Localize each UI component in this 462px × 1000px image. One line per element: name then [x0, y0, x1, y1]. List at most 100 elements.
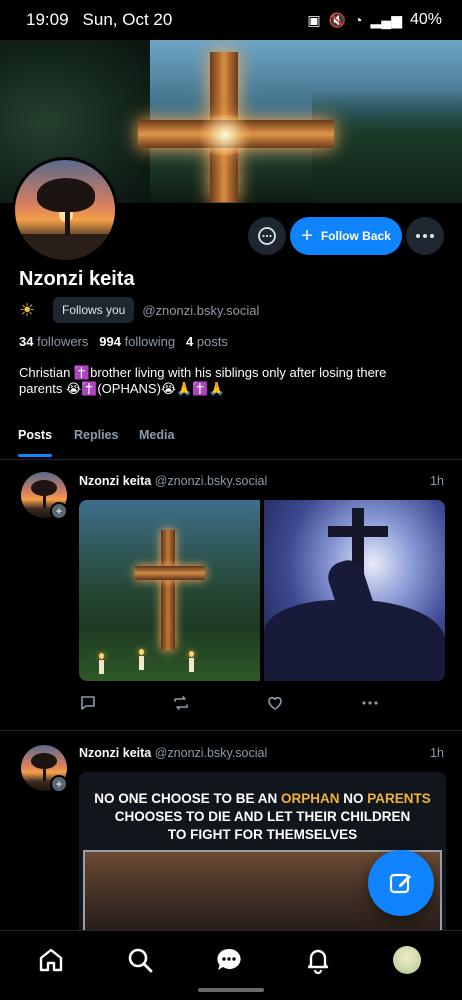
more-icon	[362, 701, 378, 705]
signal-icon: ▂▄▆	[370, 11, 402, 28]
post-actions	[0, 694, 462, 716]
following-link[interactable]: 994 following	[99, 334, 175, 349]
search-icon	[128, 948, 153, 973]
post-time: 1h	[430, 746, 444, 760]
following-count: 994	[99, 334, 121, 349]
nav-search[interactable]	[125, 945, 155, 975]
post-handle: @znonzi.bsky.social	[154, 746, 268, 760]
nav-home[interactable]	[36, 945, 66, 975]
profile-name: Nzonzi keita	[19, 268, 135, 290]
meme-highlight: PARENTS	[367, 791, 431, 806]
heart-icon	[268, 697, 282, 710]
followers-count: 34	[19, 334, 34, 349]
nav-chat[interactable]	[214, 945, 244, 975]
meme-highlight: ORPHAN	[280, 791, 340, 806]
follows-row: ☀ Follows you @znonzi.bsky.social	[19, 297, 259, 323]
more-icon	[416, 234, 434, 238]
candle-flame	[139, 649, 144, 655]
avatar-trunk	[65, 208, 70, 236]
like-button[interactable]	[266, 694, 284, 717]
nav-notifications[interactable]	[303, 945, 333, 975]
meme-line: TO FIGHT FOR THEMSELVES	[167, 827, 358, 842]
candle-flame	[99, 653, 104, 659]
home-indicator[interactable]	[198, 988, 264, 992]
image-cross	[161, 530, 175, 650]
status-time: 19:09	[26, 10, 69, 29]
post-header[interactable]: Nzonzi keita @znonzi.bsky.social	[79, 474, 267, 488]
nav-profile[interactable]	[392, 945, 422, 975]
candle	[189, 658, 194, 672]
banner-glow	[195, 115, 255, 155]
posts-label: posts	[196, 334, 228, 349]
active-tab-indicator	[18, 454, 52, 457]
meme-text-part: NO	[339, 791, 368, 806]
meme-line: NO ONE CHOOSE TO BE AN ORPHAN NO PARENTS	[87, 790, 438, 808]
wifi-icon: ◔	[354, 12, 363, 28]
meme-text-part: NO ONE CHOOSE TO BE AN	[94, 791, 281, 806]
compose-button[interactable]	[368, 850, 434, 916]
image-crowd	[264, 600, 445, 681]
user-avatar	[393, 946, 421, 974]
message-icon	[258, 227, 276, 245]
posts-count: 4	[186, 334, 194, 349]
profile-stats: 34 followers 994 following 4 posts	[19, 334, 228, 349]
post-author: Nzonzi keita	[79, 474, 152, 488]
followers-link[interactable]: 34 followers	[19, 334, 88, 349]
candle	[99, 660, 104, 674]
repost-icon	[174, 696, 188, 710]
battery-level: 40%	[409, 11, 442, 28]
notification-icon: ▣	[307, 11, 321, 28]
post-more-button[interactable]	[360, 694, 380, 717]
banner-trees-right	[312, 90, 462, 203]
repost-button[interactable]	[172, 694, 190, 717]
bio-line: parents 😭✝️(OPHANS)😭🙏✝️🙏	[19, 381, 225, 396]
bio-line: Christian ✝️brother living with his sibl…	[19, 365, 387, 380]
status-date: Sun, Oct 20	[82, 10, 173, 29]
reply-button[interactable]	[79, 694, 97, 717]
following-label: following	[124, 334, 176, 349]
mute-icon: 🔇	[328, 11, 347, 28]
compose-icon	[389, 873, 411, 894]
meme-text: NO ONE CHOOSE TO BE AN ORPHAN NO PARENTS…	[87, 790, 438, 844]
status-bar: 19:09 Sun, Oct 20 ▣ 🔇 ◔ ▂▄▆ 40%	[0, 0, 462, 40]
image-cross-bar	[328, 526, 388, 537]
follow-back-button[interactable]: + Follow Back	[290, 217, 402, 255]
message-button[interactable]	[248, 217, 286, 255]
post-divider	[0, 730, 462, 731]
bell-icon	[307, 949, 329, 974]
profile-avatar[interactable]	[12, 157, 118, 263]
status-icons: ▣ 🔇 ◔ ▂▄▆ 40%	[307, 11, 442, 29]
post-handle: @znonzi.bsky.social	[154, 474, 268, 488]
post-image-cross-forest[interactable]	[79, 500, 260, 681]
followers-label: followers	[37, 334, 89, 349]
avatar-ground	[15, 234, 115, 260]
follow-back-label: Follow Back	[320, 229, 391, 243]
avatar-tree	[37, 178, 95, 212]
profile-handle[interactable]: @znonzi.bsky.social	[142, 303, 259, 318]
post-time: 1h	[430, 474, 444, 488]
reply-icon	[81, 696, 95, 710]
post-author: Nzonzi keita	[79, 746, 152, 760]
avatar-trunk	[43, 767, 46, 781]
follow-plus-icon[interactable]: +	[50, 775, 68, 793]
home-icon	[39, 948, 63, 972]
posts-stat: 4 posts	[186, 334, 228, 349]
profile-bio: Christian ✝️brother living with his sibl…	[19, 365, 439, 397]
image-cross-bar	[135, 566, 205, 580]
chat-icon	[217, 948, 241, 970]
plus-icon: +	[301, 225, 313, 247]
candle-flame	[189, 651, 194, 657]
more-options-button[interactable]	[406, 217, 444, 255]
meme-line: CHOOSES TO DIE AND LET THEIR CHILDREN	[114, 809, 411, 824]
follow-plus-icon[interactable]: +	[50, 502, 68, 520]
follows-you-badge: Follows you	[53, 297, 135, 323]
post-image-cross-crowd[interactable]	[264, 500, 445, 681]
avatar-trunk	[43, 494, 46, 508]
candle	[139, 656, 144, 670]
tab-replies[interactable]: Replies	[74, 428, 118, 442]
sunrise-icon: ☀	[19, 299, 36, 320]
tab-posts[interactable]: Posts	[18, 428, 52, 442]
post-header[interactable]: Nzonzi keita @znonzi.bsky.social	[79, 746, 267, 760]
tab-media[interactable]: Media	[139, 428, 174, 442]
profile-tabs: Posts Replies Media	[0, 418, 462, 460]
